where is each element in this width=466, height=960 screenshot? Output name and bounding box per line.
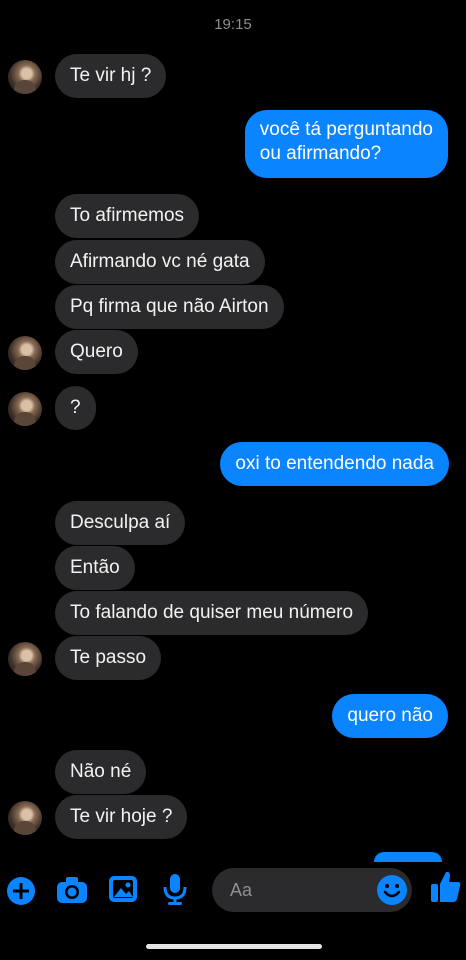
message-row: To falando de quiser meu número [0,591,466,635]
message-bubble-incoming[interactable]: Pq firma que não Airton [55,285,284,329]
message-row: Não né [0,750,466,794]
emoji-icon[interactable] [376,874,408,911]
message-row: Te vir hoje ? [0,795,466,839]
message-row: Desculpa aí [0,501,466,545]
message-row: Pq firma que não Airton [0,285,466,329]
camera-icon[interactable] [56,876,88,909]
plus-icon[interactable] [6,876,36,911]
message-bubble-incoming[interactable]: Desculpa aí [55,501,186,545]
message-bubble-outgoing[interactable]: você tá perguntando ou afirmando? [244,110,448,178]
message-bubble-incoming[interactable]: Te passo [55,636,162,680]
home-indicator[interactable] [146,944,322,949]
message-line: ou afirmando? [259,143,382,164]
thumbs-up-icon[interactable] [430,870,462,909]
message-bubble-incoming[interactable]: To afirmemos [55,194,200,238]
message-bubble-outgoing[interactable]: quero não [332,694,448,738]
avatar[interactable] [8,801,42,835]
message-bubble-incoming[interactable]: Não né [55,750,147,794]
composer-toolbar: Aa [0,860,466,920]
message-row: Então [0,546,466,590]
message-bubble-incoming[interactable]: Afirmando vc né gata [55,240,265,284]
message-line: você tá perguntando [259,119,433,140]
microphone-icon[interactable] [162,873,188,910]
message-bubble-incoming[interactable]: Te vir hj ? [55,54,167,98]
message-bubble-incoming[interactable]: Te vir hoje ? [55,795,188,839]
message-row: Te passo [0,636,466,680]
message-bubble-outgoing[interactable]: oxi to entendendo nada [220,442,449,486]
message-row: oxi to entendendo nada [0,442,466,486]
message-row: quero não [0,694,466,738]
message-bubble-incoming[interactable]: To falando de quiser meu número [55,591,369,635]
message-row: Quero [0,330,466,374]
message-row: To afirmemos [0,194,466,238]
avatar[interactable] [8,336,42,370]
avatar[interactable] [8,60,42,94]
message-row: Afirmando vc né gata [0,240,466,284]
avatar[interactable] [8,642,42,676]
status-time: 19:15 [214,16,252,33]
message-bubble-incoming[interactable]: Quero [55,330,138,374]
gallery-icon[interactable] [108,875,138,908]
message-input-placeholder: Aa [230,879,253,900]
message-row: ? [0,386,466,430]
message-bubble-incoming[interactable]: ? [55,386,96,430]
avatar[interactable] [8,392,42,426]
message-row: Te vir hj ? [0,54,466,98]
message-bubble-incoming[interactable]: Então [55,546,135,590]
message-row: você tá perguntando ou afirmando? [0,110,466,178]
